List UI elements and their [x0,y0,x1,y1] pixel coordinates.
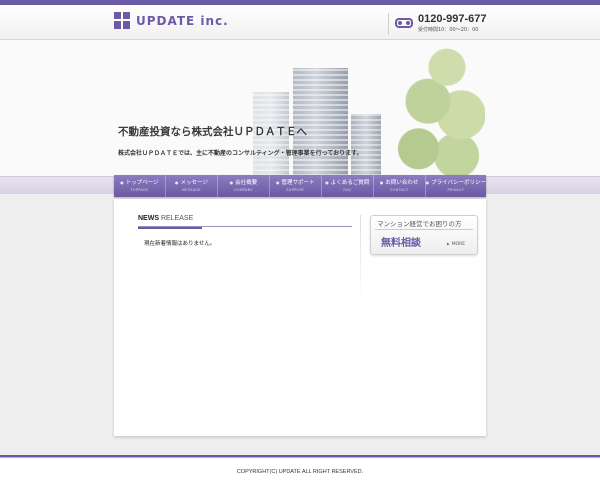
header-divider [388,13,389,35]
site-footer: COPYRIGHT(C) UPDATE ALL RIGHT RESERVED. [0,458,600,480]
nav-sublabel: COMPANY [233,188,254,192]
phone-number[interactable]: 0120-997-677 [418,13,487,26]
news-heading-light: RELEASE [159,215,194,222]
global-nav: トップページ TOPPAGE メッセージ MESSAGE 会社概要 COMPAN… [114,175,486,197]
nav-sublabel: CONTACT [389,188,409,192]
nav-sublabel: PRIVACY [447,188,465,192]
nav-label: よくあるご質問 [322,178,373,186]
nav-item-company[interactable]: 会社概要 COMPANY [218,175,270,197]
nav-sublabel: MESSAGE [181,188,201,192]
free-consultation-banner[interactable]: マンション経営でお困りの方 無料相談 MORE [370,215,478,255]
nav-sublabel: FAQ [343,188,352,192]
column-divider [360,215,361,303]
banner-title: マンション経営でお困りの方 [377,220,462,228]
news-heading-underline [138,227,202,229]
banner-main-text: 無料相談 [381,238,421,249]
nav-item-message[interactable]: メッセージ MESSAGE [166,175,218,197]
news-heading: NEWS RELEASE [138,215,352,227]
nav-label: プライバシーポリシー [426,178,486,186]
nav-label: トップページ [114,178,165,186]
phone-icon [395,18,413,28]
hero-banner: 不動産投資なら株式会社ＵＰＤＡＴＥへ 株式会社ＵＰＤＡＴＥでは、主に不動産のコン… [0,40,600,176]
nav-item-contact[interactable]: お問い合わせ CONTACT [374,175,426,197]
nav-label: メッセージ [166,178,217,186]
nav-label: 会社概要 [218,178,269,186]
nav-sublabel: TOPPAGE [130,188,149,192]
nav-label: お問い合わせ [374,178,425,186]
phone-hours: 受付時間10：00～20：00 [418,27,479,33]
nav-item-faq[interactable]: よくあるご質問 FAQ [322,175,374,197]
news-empty-message: 現在新着情報はありません。 [144,241,216,247]
nav-item-toppage[interactable]: トップページ TOPPAGE [114,175,166,197]
nav-label: 管理サポート [270,178,321,186]
phone-text: 0120-997-677 受付時間10：00～20：00 [418,13,487,34]
nav-item-privacy[interactable]: プライバシーポリシー PRIVACY [426,175,486,197]
hero-title: 不動産投資なら株式会社ＵＰＤＡＴＥへ [118,126,307,138]
hero-subtitle: 株式会社ＵＰＤＡＴＥでは、主に不動産のコンサルティング・管理事業を行っております… [118,150,363,157]
logo-cross-icon [114,12,130,29]
nav-sublabel: SUPPORT [286,188,305,192]
site-header: UPDATE inc. 0120-997-677 受付時間10：00～20：00 [0,5,600,40]
nav-item-support[interactable]: 管理サポート SUPPORT [270,175,322,197]
copyright-text: COPYRIGHT(C) UPDATE ALL RIGHT RESERVED. [236,469,364,475]
logo-text: UPDATE inc. [136,13,229,28]
site-logo[interactable]: UPDATE inc. [114,12,229,29]
banner-divider [375,229,473,230]
banner-more-link[interactable]: MORE [447,242,465,247]
contact-phone: 0120-997-677 受付時間10：00～20：00 [388,13,487,35]
main-content: NEWS RELEASE 現在新着情報はありません。 マンション経営でお困りの方… [114,199,486,436]
news-heading-bold: NEWS [138,215,159,222]
